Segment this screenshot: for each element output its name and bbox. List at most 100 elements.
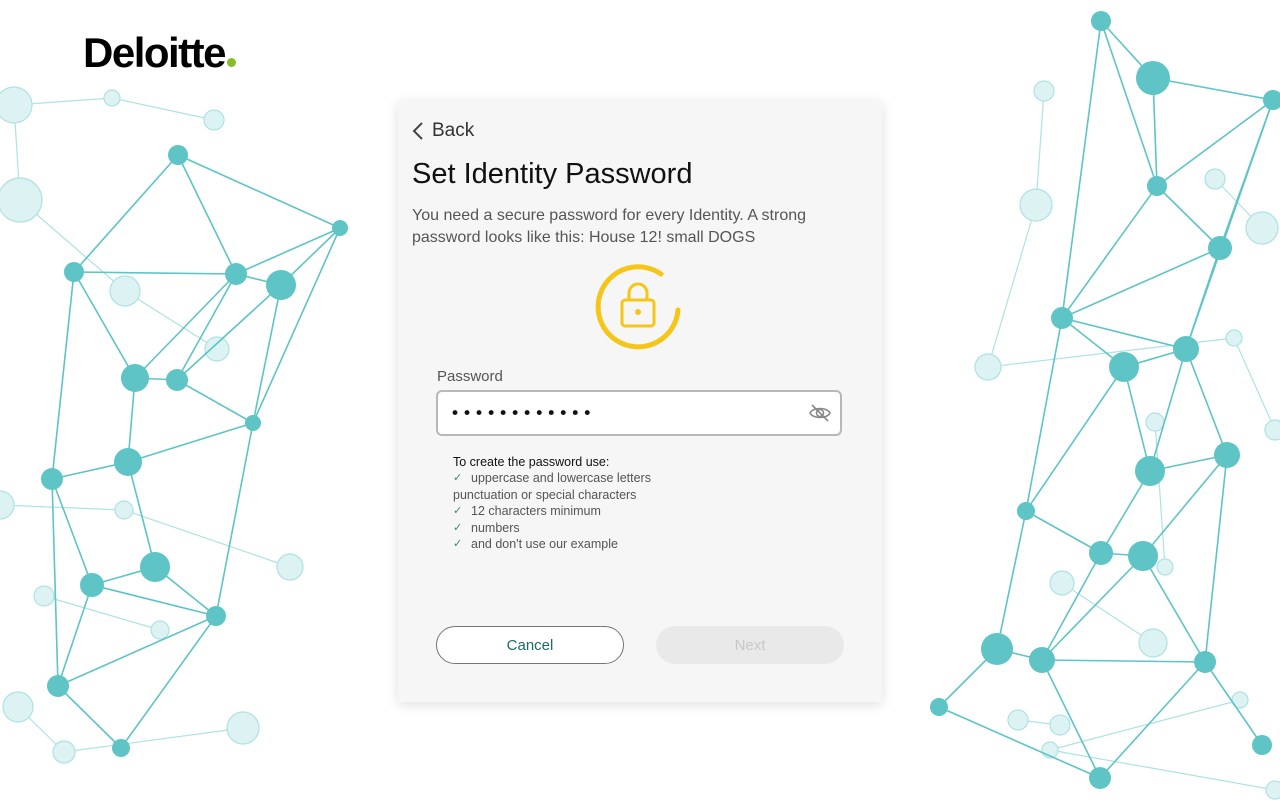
- network-connection-line: [111, 97, 215, 121]
- requirement-item: ✓ and don't use our example: [453, 536, 651, 552]
- network-node: [1214, 442, 1240, 468]
- network-node: [64, 262, 84, 282]
- page-title: Set Identity Password: [412, 158, 693, 190]
- network-connection-line: [63, 727, 244, 753]
- requirement-text: and don't use our example: [471, 537, 618, 552]
- password-description: You need a secure password for every Ide…: [412, 207, 807, 246]
- password-input[interactable]: [448, 392, 802, 436]
- network-connection-line: [1149, 348, 1187, 472]
- network-node: [1089, 541, 1113, 565]
- checkmark-icon: ✓: [453, 472, 463, 485]
- checkmark-icon: ✓: [453, 538, 463, 551]
- network-node: [1156, 558, 1174, 576]
- network-connection-line: [1099, 661, 1206, 779]
- network-node: [1091, 11, 1111, 31]
- network-node: [204, 336, 230, 362]
- network-connection-line: [1041, 552, 1102, 661]
- set-password-card: Back Set Identity Password You need a se…: [398, 100, 882, 702]
- network-connection-line: [1061, 247, 1221, 319]
- network-node: [1225, 329, 1243, 347]
- network-connection-line: [177, 154, 237, 275]
- checkmark-icon: ✓: [453, 505, 463, 518]
- network-connection-line: [73, 154, 179, 273]
- network-connection-line: [1233, 337, 1276, 431]
- network-node: [1049, 714, 1071, 736]
- password-requirements: To create the password use: ✓ uppercase …: [453, 454, 651, 552]
- cancel-button[interactable]: Cancel: [436, 626, 624, 664]
- network-node: [52, 740, 76, 764]
- network-node: [1007, 709, 1029, 731]
- network-node: [112, 739, 130, 757]
- network-connection-line: [43, 595, 161, 631]
- network-node: [1136, 61, 1170, 95]
- network-node: [1089, 767, 1111, 789]
- network-node: [1145, 412, 1165, 432]
- network-node: [150, 620, 170, 640]
- checkmark-icon: ✓: [453, 521, 463, 534]
- network-connection-line: [1156, 185, 1221, 249]
- network-node: [1033, 80, 1055, 102]
- chevron-left-icon: [412, 122, 423, 140]
- network-connection-line: [1025, 510, 1102, 554]
- network-connection-line: [51, 478, 93, 586]
- deloitte-logo: Deloitte: [83, 28, 237, 78]
- network-node: [140, 552, 170, 582]
- network-connection-line: [1061, 20, 1102, 319]
- network-node: [981, 633, 1013, 665]
- network-connection-line: [134, 273, 237, 379]
- network-connection-line: [57, 615, 217, 687]
- network-connection-line: [252, 227, 341, 424]
- back-button[interactable]: Back: [412, 120, 474, 142]
- network-node: [33, 585, 55, 607]
- network-node: [2, 691, 34, 723]
- network-node: [1245, 211, 1279, 245]
- logo-green-dot: [227, 58, 237, 67]
- network-node: [114, 448, 142, 476]
- network-node: [1204, 168, 1226, 190]
- network-node: [1173, 336, 1199, 362]
- network-node: [245, 415, 261, 431]
- eye-slash-icon[interactable]: [808, 401, 832, 425]
- lock-icon: [595, 264, 681, 350]
- network-connection-line: [1100, 20, 1158, 187]
- page: Deloitte Back Set Identity Password You …: [0, 0, 1280, 800]
- network-connection-line: [1025, 317, 1063, 512]
- requirements-heading: To create the password use:: [453, 455, 610, 469]
- password-label: Password: [437, 368, 503, 385]
- network-connection-line: [1204, 454, 1228, 663]
- network-connection-line: [1041, 659, 1101, 779]
- network-node: [1109, 352, 1139, 382]
- network-node: [226, 711, 260, 745]
- network-node: [1264, 419, 1280, 441]
- next-button[interactable]: Next: [656, 626, 844, 664]
- network-node: [1208, 236, 1232, 260]
- requirement-item: ✓ numbers: [453, 520, 651, 536]
- network-node: [974, 353, 1002, 381]
- network-node: [276, 553, 304, 581]
- network-node: [1019, 188, 1053, 222]
- network-node: [80, 573, 104, 597]
- network-node: [168, 145, 188, 165]
- network-connection-line: [120, 615, 217, 749]
- network-node: [1263, 90, 1280, 110]
- network-connection-line: [1049, 699, 1241, 751]
- network-node: [1147, 176, 1167, 196]
- network-connection-line: [1025, 366, 1125, 512]
- network-connection-line: [1152, 77, 1274, 101]
- requirement-text: punctuation or special characters: [453, 487, 637, 502]
- network-node: [1252, 735, 1272, 755]
- network-connection-line: [1035, 90, 1045, 206]
- network-connection-line: [176, 273, 237, 381]
- network-node: [0, 177, 43, 223]
- network-connection-line: [996, 510, 1027, 650]
- network-node: [47, 675, 69, 697]
- network-node: [1135, 456, 1165, 486]
- network-node: [166, 369, 188, 391]
- network-node: [1128, 541, 1158, 571]
- network-connection-line: [1185, 348, 1228, 456]
- requirement-item: ✓ uppercase and lowercase letters: [453, 470, 651, 486]
- network-node: [203, 109, 225, 131]
- network-connection-line: [1204, 661, 1263, 746]
- network-node: [121, 364, 149, 392]
- network-connection-line: [176, 379, 254, 424]
